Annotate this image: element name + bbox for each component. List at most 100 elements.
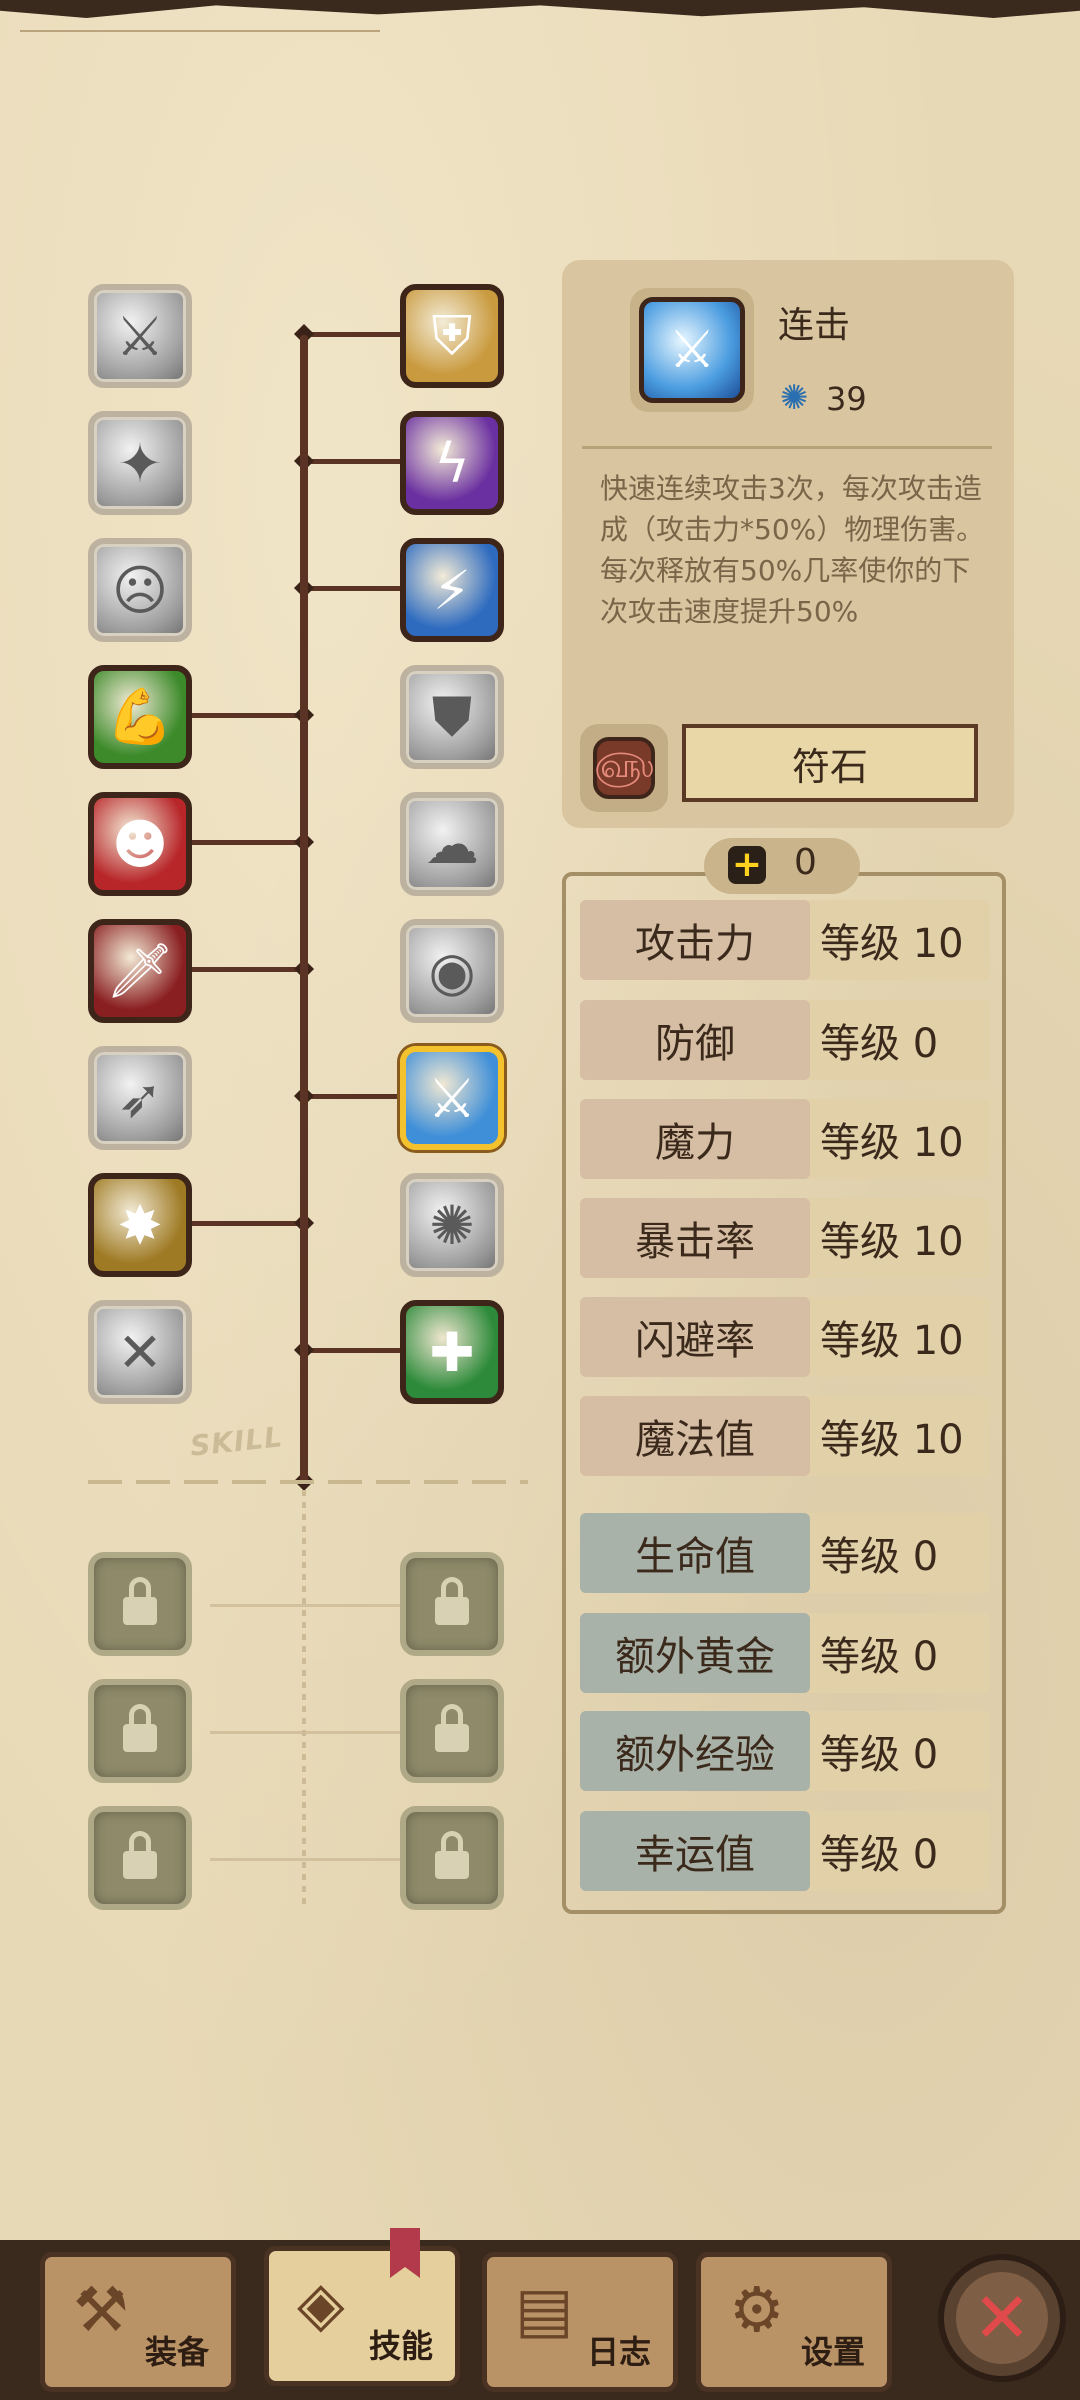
skill-slot-left-2[interactable]: ✦ [88,411,192,515]
skill-slot-right-9[interactable]: ✚ [400,1300,504,1404]
stat-name[interactable]: 暴击率 [580,1198,810,1278]
skill-cost: 39 [826,380,867,418]
skill-slot-left-7[interactable]: ➶ [88,1046,192,1150]
tab-2[interactable]: ◈ 技能 [264,2246,460,2386]
stat-level: 等级 0 [820,1534,939,1580]
stat-row: 防御 等级 0 [580,1000,990,1080]
stat-level: 等级 10 [820,1120,964,1166]
rune-slot[interactable]: ௵ [580,724,668,812]
tab-label: 日志 [586,2333,651,2371]
lock-icon [435,1577,469,1625]
locked-skill-right-3[interactable] [400,1806,504,1910]
crossed-swords-icon: ✕ [117,1320,163,1384]
locked-skill-left-2[interactable] [88,1679,192,1783]
skill-slot-right-4[interactable]: ⛊ [400,665,504,769]
skill-branch [304,1094,400,1099]
skill-tree-trunk [300,335,308,1483]
skill-slot-left-9[interactable]: ✕ [88,1300,192,1404]
skill-slot-left-6[interactable]: 🗡 [88,919,192,1023]
smoke-figures-icon: ☁ [425,812,479,876]
combo-slash-icon: ⚔ [639,297,745,403]
heavy-armor-icon: ⛊ [431,685,473,748]
skill-slot-right-6[interactable]: ◉ [400,919,504,1023]
skill-branch [304,459,400,464]
locked-tree-trunk [302,1490,306,1910]
stat-level: 等级 0 [820,1021,939,1067]
info-divider [582,446,992,449]
journal-icon: ▤ [515,2273,574,2346]
stat-name[interactable]: 闪避率 [580,1297,810,1377]
locked-skill-right-1[interactable] [400,1552,504,1656]
decorative-line [20,30,380,32]
tab-1[interactable]: ⚒ 装备 [40,2252,236,2392]
muscle-arm-icon: 💪 [106,685,174,748]
stat-row: 幸运值 等级 0 [580,1811,990,1891]
stat-level: 等级 0 [820,1634,939,1680]
tab-4[interactable]: ⚙ 设置 [696,2252,892,2392]
skill-title: 连击 [778,305,851,346]
skill-branch [304,586,400,591]
stat-row: 生命值 等级 0 [580,1513,990,1593]
locked-skill-right-2[interactable] [400,1679,504,1783]
stat-name[interactable]: 魔力 [580,1099,810,1179]
lock-icon [123,1704,157,1752]
skill-description: 快速连续攻击3次，每次攻击造成（攻击力*50%）物理伤害。 每次释放有50%几率… [600,472,985,628]
stat-row: 额外黄金 等级 0 [580,1613,990,1693]
skill-branch [304,1348,400,1353]
leaping-figure-icon: ✦ [117,431,163,495]
skill-slot-left-1[interactable]: ⚔ [88,284,192,388]
stat-name[interactable]: 额外经验 [580,1711,810,1791]
stat-row: 闪避率 等级 10 [580,1297,990,1377]
rune-button[interactable]: 符石 [682,724,978,802]
close-button[interactable]: ✕ [938,2254,1066,2382]
stat-level: 等级 10 [820,1417,964,1463]
skill-branch [192,1221,304,1226]
skill-slot-right-8[interactable]: ✺ [400,1173,504,1277]
stat-level: 等级 0 [820,1832,939,1878]
selected-skill-frame: ⚔ [630,288,754,412]
stat-level: 等级 10 [820,1219,964,1265]
tab-3[interactable]: ▤ 日志 [482,2252,678,2392]
red-warrior-icon: ☻ [111,812,169,876]
combo-slash-icon: ⚔ [427,1066,477,1130]
skill-gem-icon: ◈ [297,2267,345,2340]
plus-icon: + [728,846,766,884]
golden-dagger-icon: 🗡 [105,939,175,1002]
skill-slot-right-5[interactable]: ☁ [400,792,504,896]
stat-name[interactable]: 防御 [580,1000,810,1080]
lock-icon [435,1831,469,1879]
lock-icon [435,1704,469,1752]
close-icon: ✕ [956,2272,1048,2364]
stat-name[interactable]: 额外黄金 [580,1613,810,1693]
golden-burst-icon: ✸ [117,1193,163,1257]
skill-divider [88,1480,528,1484]
dash-figure-icon: ➶ [117,1066,163,1130]
skill-branch [192,713,304,718]
stat-row: 额外经验 等级 0 [580,1711,990,1791]
stat-row: 暴击率 等级 10 [580,1198,990,1278]
skill-slot-right-3[interactable]: ⚡ [400,538,504,642]
skill-slot-right-2[interactable]: ϟ [400,411,504,515]
shout-face-icon: ☹ [111,558,169,622]
stat-name[interactable]: 幸运值 [580,1811,810,1891]
holy-shield-icon: ⛨ [431,304,473,367]
locked-skill-left-3[interactable] [88,1806,192,1910]
skill-slot-left-4[interactable]: 💪 [88,665,192,769]
eye-burst-icon: ◉ [428,939,476,1003]
stat-name[interactable]: 魔法值 [580,1396,810,1476]
skill-slot-left-3[interactable]: ☹ [88,538,192,642]
skill-slot-right-1[interactable]: ⛨ [400,284,504,388]
skill-slot-left-8[interactable]: ✸ [88,1173,192,1277]
stat-name[interactable]: 生命值 [580,1513,810,1593]
rune-stone-icon: ௵ [593,737,655,799]
stat-row: 魔力 等级 10 [580,1099,990,1179]
lightning-figures-icon: ⚡ [433,558,471,622]
blade-slash-icon: ⚔ [115,304,165,368]
locked-skill-left-1[interactable] [88,1552,192,1656]
green-healing-icon: ✚ [429,1320,475,1384]
stat-name[interactable]: 攻击力 [580,900,810,980]
tab-label: 设置 [800,2333,865,2371]
tab-label: 装备 [144,2333,209,2371]
skill-slot-right-7[interactable]: ⚔ [400,1046,504,1150]
skill-slot-left-5[interactable]: ☻ [88,792,192,896]
